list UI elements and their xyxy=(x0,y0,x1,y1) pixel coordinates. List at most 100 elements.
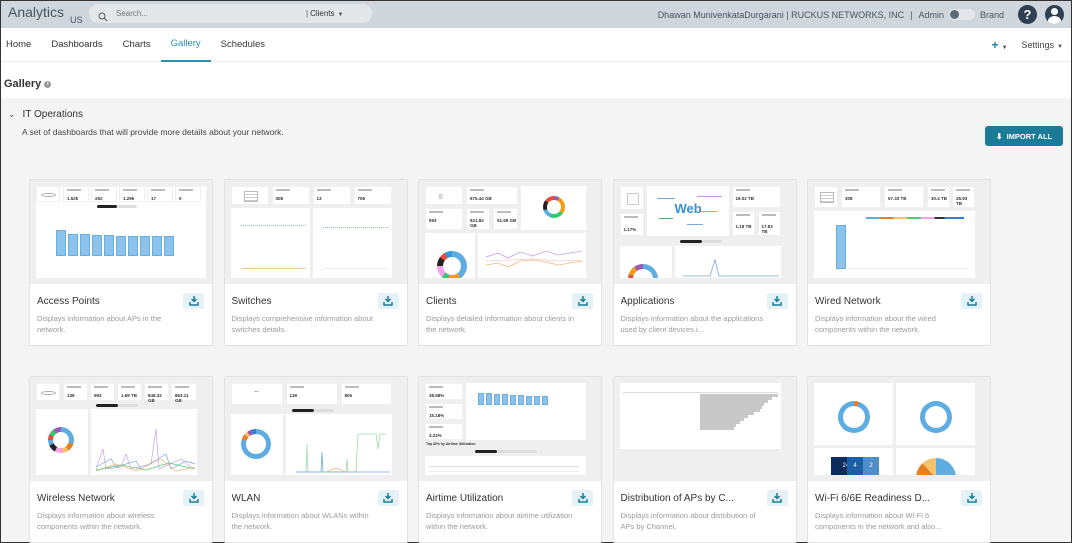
kpi-value: 17.83 TB xyxy=(761,224,773,234)
add-menu-button[interactable]: + ▼ xyxy=(992,38,1008,52)
thumbnail-preview: 1.52k 252 1.29k 17 0 xyxy=(36,186,206,278)
kpi-tile: 706 xyxy=(353,186,392,205)
card-title[interactable]: Switches xyxy=(232,296,372,307)
thumbnail-preview: 139 593 1.69 TB 848.32 GB 863.11 GB xyxy=(36,383,206,475)
dashboard-card-airtime-utilization[interactable]: 38.58% 15.18% 3.22% Top APs by Airtime U… xyxy=(418,376,602,543)
kpi-value: 1.17% xyxy=(623,227,637,232)
app-title[interactable]: Analytics xyxy=(8,4,64,20)
line-chart-preview xyxy=(230,208,310,278)
clients-image: ꙮ xyxy=(425,186,463,205)
import-dashboard-button[interactable] xyxy=(961,293,982,309)
import-dashboard-button[interactable] xyxy=(766,490,788,506)
dashboard-card-access-points[interactable]: 1.52k 252 1.29k 17 0 Access Points Displ… xyxy=(29,179,213,346)
import-dashboard-button[interactable] xyxy=(377,490,399,506)
dashboard-card-distribution-of-aps[interactable]: Distribution of APs by C... Displays inf… xyxy=(612,376,797,543)
import-dashboard-button[interactable] xyxy=(377,293,399,309)
kpi-value: 139 xyxy=(67,393,75,398)
tab-home[interactable]: Home xyxy=(1,28,41,62)
global-search[interactable]: | Clients▼ xyxy=(89,4,372,23)
import-dashboard-button[interactable] xyxy=(572,490,593,506)
info-icon[interactable]: i xyxy=(44,80,52,88)
section-header[interactable]: ⌄ IT Operations xyxy=(1,98,1071,130)
card-title[interactable]: Distribution of APs by C... xyxy=(621,493,761,504)
word-cloud-preview: Web xyxy=(646,186,729,236)
import-all-button[interactable]: ⬇ IMPORT ALL xyxy=(985,126,1063,146)
kpi-label xyxy=(761,214,776,216)
help-icon[interactable]: ? xyxy=(1018,5,1037,24)
dashboard-card-clients[interactable]: ꙮ 675.44 GB 593 621.84 GB 51.59 GB Clien… xyxy=(418,179,602,346)
wifi-icon: ⌔ xyxy=(252,389,261,398)
search-input[interactable] xyxy=(116,9,306,18)
search-scope-dropdown[interactable]: Clients ▼ xyxy=(310,9,343,18)
card-title[interactable]: Clients xyxy=(426,296,566,307)
donut-chart-preview xyxy=(425,233,475,278)
page-title-text: Gallery xyxy=(4,78,42,90)
card-title[interactable]: WLAN xyxy=(232,493,372,504)
card-title[interactable]: Wi-Fi 6/6E Readiness D... xyxy=(815,493,955,504)
dashboard-card-applications[interactable]: 1.17% Web 19.02 TB 1.19 TB 17.83 TB Appl… xyxy=(612,179,797,346)
tab-gallery[interactable]: Gallery xyxy=(160,28,211,62)
kpi-tile: 1.69 TB xyxy=(117,383,142,401)
download-icon xyxy=(966,296,977,306)
import-dashboard-button[interactable] xyxy=(766,293,788,309)
donut-hole xyxy=(547,200,561,214)
kpi-value: 19.02 TB xyxy=(735,196,755,201)
dashboard-card-wired-network[interactable]: 308 57.33 TB 30.4 TB 26.93 TB Wired Netw… xyxy=(807,179,991,346)
dashboard-card-wifi6-readiness[interactable]: 240 4 2 Wi-Fi 6/6E Readiness D... Displa… xyxy=(807,376,991,543)
kpi-label xyxy=(94,386,108,388)
page-title: Gallery i xyxy=(4,72,1071,96)
thumbnail-preview xyxy=(619,383,790,475)
tab-dashboards[interactable]: Dashboards xyxy=(41,28,112,62)
kpi-value: 593 xyxy=(94,393,102,398)
import-dashboard-button[interactable] xyxy=(183,293,204,309)
bar xyxy=(486,393,492,405)
trend-lines xyxy=(95,428,196,472)
card-title[interactable]: Wired Network xyxy=(815,296,955,307)
card-title[interactable]: Wireless Network xyxy=(37,493,177,504)
tab-schedules[interactable]: Schedules xyxy=(211,28,275,62)
tab-charts[interactable]: Charts xyxy=(113,28,161,62)
kpi-label xyxy=(429,426,443,428)
kpi-tile: 1.19 TB xyxy=(731,211,755,236)
kpi-label xyxy=(179,189,193,191)
kpi-value: 863.11 GB xyxy=(175,393,189,403)
donut-chart-preview xyxy=(521,186,586,230)
line-chart-preview xyxy=(674,246,781,278)
admin-brand-toggle[interactable] xyxy=(948,9,975,20)
import-dashboard-button[interactable] xyxy=(572,293,593,309)
kpi-tile: 848.32 GB xyxy=(144,383,169,403)
chevron-down-icon: ▼ xyxy=(1001,45,1008,51)
series-line xyxy=(322,268,388,269)
download-icon xyxy=(772,493,782,503)
card-title[interactable]: Access Points xyxy=(37,296,177,307)
import-dashboard-button[interactable] xyxy=(961,490,982,506)
chevron-down-icon[interactable]: ⌄ xyxy=(8,109,16,120)
kpi-value: 806 xyxy=(344,393,353,398)
kpi-label xyxy=(344,386,359,388)
kpi-label xyxy=(121,386,135,388)
kpi-tile: 621.84 GB xyxy=(466,208,490,230)
donut-chart-preview xyxy=(619,246,672,278)
card-description: Displays comprehensive information about… xyxy=(231,314,373,334)
card-title[interactable]: Airtime Utilization xyxy=(426,493,566,504)
line-chart-preview xyxy=(478,233,586,278)
kpi-tile: 139 xyxy=(63,383,88,401)
kpi-value: 30.4 TB xyxy=(931,196,948,201)
download-icon xyxy=(188,493,199,503)
card-title[interactable]: Applications xyxy=(621,296,761,307)
donut-hole xyxy=(245,434,266,454)
kpi-tile: 1.52k xyxy=(63,186,89,202)
dashboard-card-wireless-network[interactable]: 139 593 1.69 TB 848.32 GB 863.11 GB Wire… xyxy=(29,376,213,543)
user-area: Dhawan MunivenkataDurgarani | RUCKUS NET… xyxy=(658,1,1064,28)
donut-ring xyxy=(543,196,565,218)
user-avatar-icon[interactable] xyxy=(1045,5,1064,24)
main-nav: Home Dashboards Charts Gallery Schedules… xyxy=(1,28,1071,62)
import-dashboard-button[interactable] xyxy=(183,490,204,506)
bar xyxy=(699,427,734,430)
heatmap-preview: 240 4 2 xyxy=(814,448,893,475)
kpi-label xyxy=(289,386,304,388)
kpi-label xyxy=(956,189,970,191)
dashboard-card-switches[interactable]: 308 13 706 Switches Displays comprehensi… xyxy=(223,179,408,346)
dashboard-card-wlan[interactable]: ⌔ 139 806 WLAN Displays information abou… xyxy=(223,376,408,543)
settings-menu-button[interactable]: Settings ▼ xyxy=(1022,40,1063,50)
